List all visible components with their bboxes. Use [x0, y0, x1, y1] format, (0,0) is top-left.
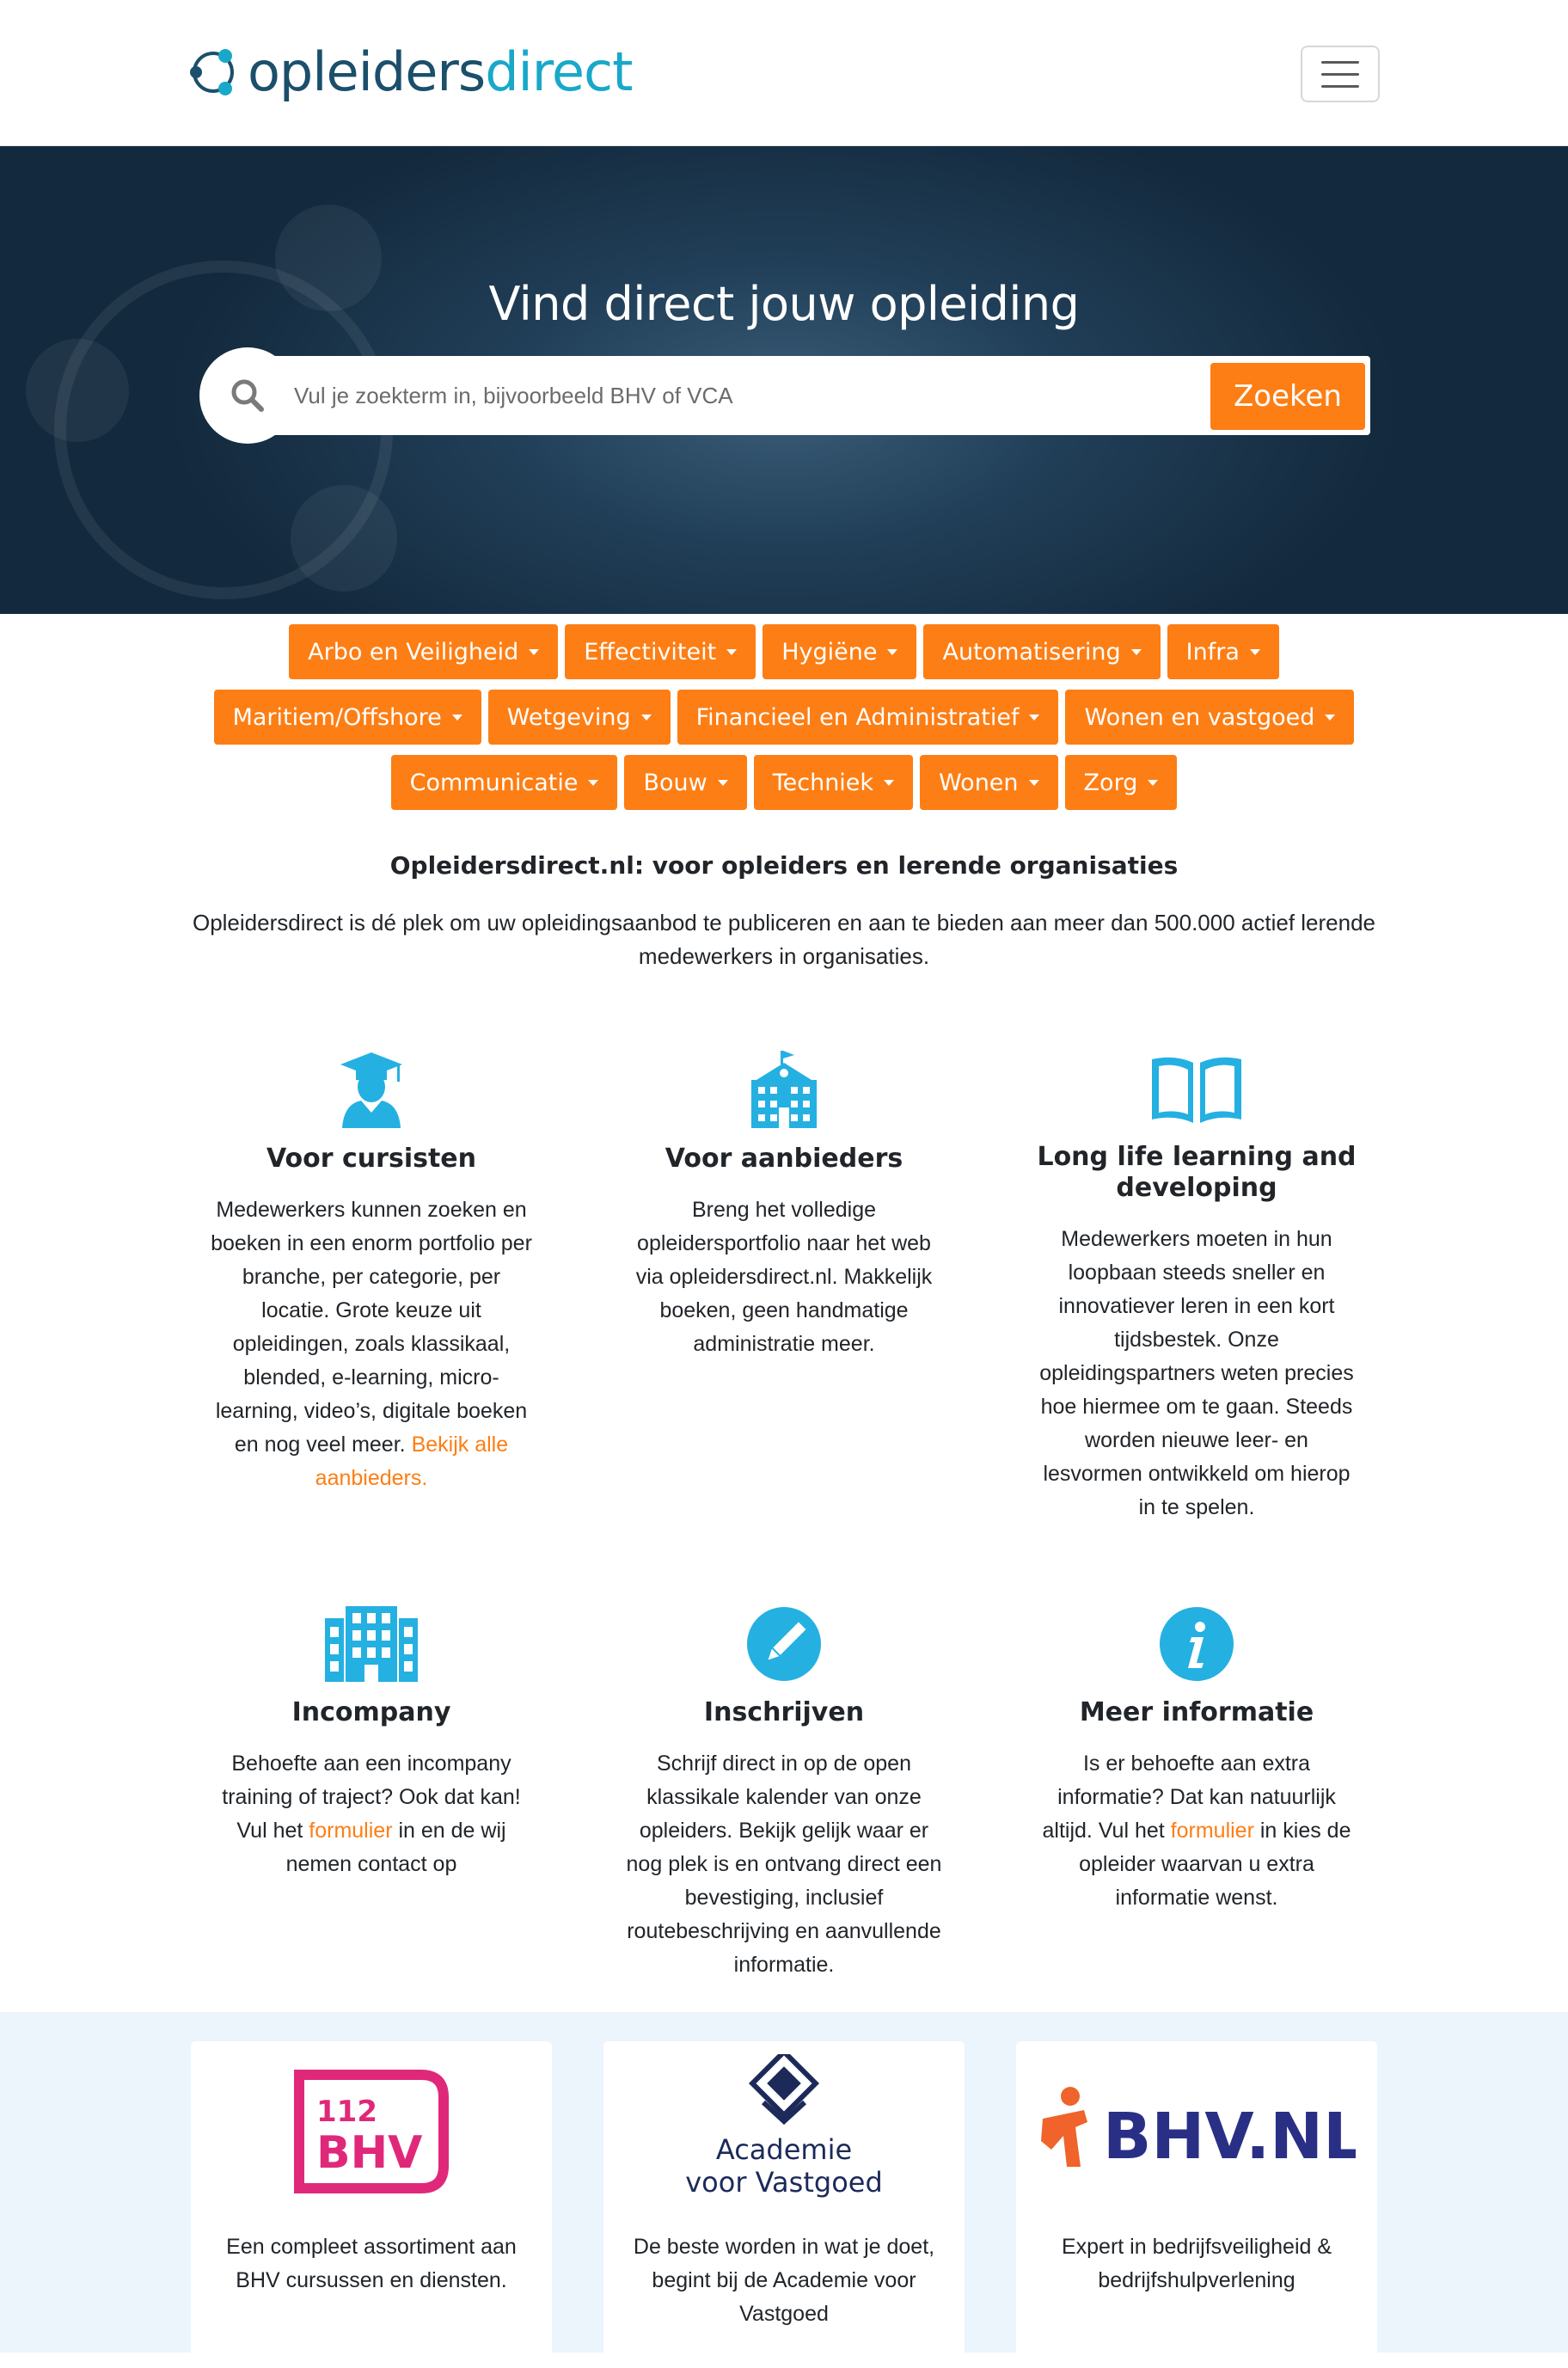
search-button[interactable]: Zoeken — [1210, 363, 1365, 430]
svg-text:BHV.NL: BHV.NL — [1103, 2100, 1356, 2174]
partner-text: Een compleet assortiment aan BHV cursuss… — [226, 2235, 517, 2292]
office-building-icon — [208, 1592, 535, 1682]
caret-down-icon — [1130, 648, 1142, 655]
intro-title: Opleidersdirect.nl: voor opleiders en le… — [389, 851, 1179, 880]
feature-title: Inschrijven — [703, 1697, 865, 1727]
partner-logo-academie-vastgoed: Academie voor Vastgoed — [603, 2050, 965, 2213]
logo[interactable]: opleidersdirect — [186, 38, 633, 107]
svg-text:voor Vastgoed: voor Vastgoed — [685, 2166, 883, 2199]
form-link[interactable]: formulier — [1171, 1819, 1254, 1843]
caret-down-icon — [588, 779, 599, 786]
caret-down-icon — [1325, 714, 1336, 721]
category-dropdown[interactable]: Maritiem/Offshore — [213, 690, 481, 745]
category-dropdown[interactable]: Automatisering — [923, 624, 1161, 679]
svg-text:Academie: Academie — [716, 2133, 852, 2166]
caret-down-icon — [1148, 779, 1159, 786]
partner-logo-112bhv: 112 BHV — [191, 2050, 552, 2213]
category-dropdown[interactable]: Arbo en Veiligheid — [289, 624, 559, 679]
feature-title: Voor cursisten — [266, 1144, 476, 1174]
form-link[interactable]: formulier — [309, 1819, 392, 1843]
feature-title: Meer informatie — [1079, 1697, 1314, 1727]
search-form: Zoeken — [199, 347, 1370, 451]
category-dropdown[interactable]: Financieel en Administratief — [677, 690, 1059, 745]
open-book-icon — [1033, 1037, 1360, 1126]
feature-cursisten: Voor cursisten Medewerkers kunnen zoeken… — [208, 1039, 535, 1495]
partner-card-academie-vastgoed[interactable]: Academie voor Vastgoed De beste worden i… — [603, 2041, 965, 2368]
caret-down-icon — [717, 779, 728, 786]
partners-section: 112 BHV Een compleet assortiment aan BHV… — [0, 2012, 1568, 2368]
category-dropdown[interactable]: Communicatie — [390, 755, 618, 810]
category-dropdown[interactable]: Techniek — [753, 755, 914, 810]
hamburger-icon-line — [1321, 60, 1359, 64]
search-icon — [231, 379, 264, 412]
caret-down-icon — [529, 648, 540, 655]
category-nav: Arbo en Veiligheid Effectiviteit Hygiëne… — [0, 624, 1568, 820]
hamburger-menu-button[interactable] — [1301, 46, 1380, 102]
svg-text:112: 112 — [316, 2095, 377, 2129]
category-row: Communicatie Bouw Techniek Wonen Zorg — [0, 755, 1568, 810]
caret-down-icon — [1249, 648, 1260, 655]
logo-icon — [190, 49, 234, 95]
category-row: Maritiem/Offshore Wetgeving Financieel e… — [0, 690, 1568, 745]
caret-down-icon — [726, 648, 738, 655]
category-dropdown[interactable]: Infra — [1167, 624, 1279, 679]
caret-down-icon — [640, 714, 652, 721]
category-row: Arbo en Veiligheid Effectiviteit Hygiëne… — [0, 624, 1568, 679]
category-dropdown[interactable]: Wonen — [920, 755, 1058, 810]
caret-down-icon — [451, 714, 462, 721]
feature-incompany: Incompany Behoefte aan een incompany tra… — [208, 1592, 535, 1881]
feature-text: Behoefte aan een incompany training of t… — [222, 1751, 521, 1876]
partner-card-bhvnl[interactable]: BHV.NL Expert in bedrijfsveiligheid & be… — [1016, 2041, 1377, 2368]
caret-down-icon — [887, 648, 898, 655]
hamburger-icon-line — [1321, 84, 1359, 88]
feature-text: Medewerkers moeten in hun loopbaan steed… — [1039, 1227, 1354, 1519]
graduate-icon — [208, 1039, 535, 1128]
logo-text: opleidersdirect — [248, 40, 633, 103]
search-icon-holder[interactable] — [199, 347, 296, 444]
feature-text: Medewerkers kunnen zoeken en boeken in e… — [211, 1198, 532, 1490]
feature-aanbieders: Voor aanbieders Breng het volledige ople… — [621, 1039, 947, 1361]
hero-section: Vind direct jouw opleiding Zoeken — [0, 146, 1568, 614]
category-dropdown[interactable]: Zorg — [1064, 755, 1178, 810]
feature-meer-informatie: Meer informatie Is er behoefte aan extra… — [1033, 1592, 1360, 1915]
hero-title: Vind direct jouw opleiding — [488, 277, 1080, 331]
feature-title: Incompany — [291, 1697, 451, 1727]
info-icon — [1033, 1592, 1360, 1682]
feature-text: Is er behoefte aan extra informatie? Dat… — [1042, 1751, 1351, 1910]
feature-lifelong: Long life learning and developing Medewe… — [1033, 1037, 1360, 1524]
feature-text: Schrijf direct in op de open klassikale … — [626, 1751, 942, 1977]
partner-card-112bhv[interactable]: 112 BHV Een compleet assortiment aan BHV… — [191, 2041, 552, 2368]
partner-text: Expert in bedrijfsveiligheid & bedrijfsh… — [1061, 2235, 1332, 2292]
partner-text: De beste worden in wat je doet, begint b… — [633, 2235, 935, 2326]
svg-text:BHV: BHV — [316, 2127, 422, 2179]
feature-title: Long life learning and developing — [1037, 1142, 1357, 1203]
partner-logo-bhvnl: BHV.NL — [1016, 2050, 1377, 2213]
caret-down-icon — [884, 779, 895, 786]
school-building-icon — [621, 1039, 947, 1128]
category-dropdown[interactable]: Hygiëne — [763, 624, 917, 679]
category-dropdown[interactable]: Wonen en vastgoed — [1065, 690, 1355, 745]
category-dropdown[interactable]: Effectiviteit — [565, 624, 756, 679]
site-header: opleidersdirect — [0, 0, 1568, 146]
feature-inschrijven: Inschrijven Schrijf direct in op de open… — [621, 1592, 947, 1982]
search-input[interactable] — [294, 375, 1154, 416]
category-dropdown[interactable]: Wetgeving — [487, 690, 671, 745]
hamburger-icon-line — [1321, 72, 1359, 76]
intro-text: Opleidersdirect is dé plek om uw opleidi… — [192, 910, 1376, 969]
caret-down-icon — [1029, 714, 1040, 721]
feature-text: Breng het volledige opleidersportfolio n… — [635, 1198, 933, 1356]
caret-down-icon — [1028, 779, 1039, 786]
feature-title: Voor aanbieders — [665, 1144, 903, 1174]
category-dropdown[interactable]: Bouw — [624, 755, 747, 810]
pencil-icon — [621, 1592, 947, 1682]
